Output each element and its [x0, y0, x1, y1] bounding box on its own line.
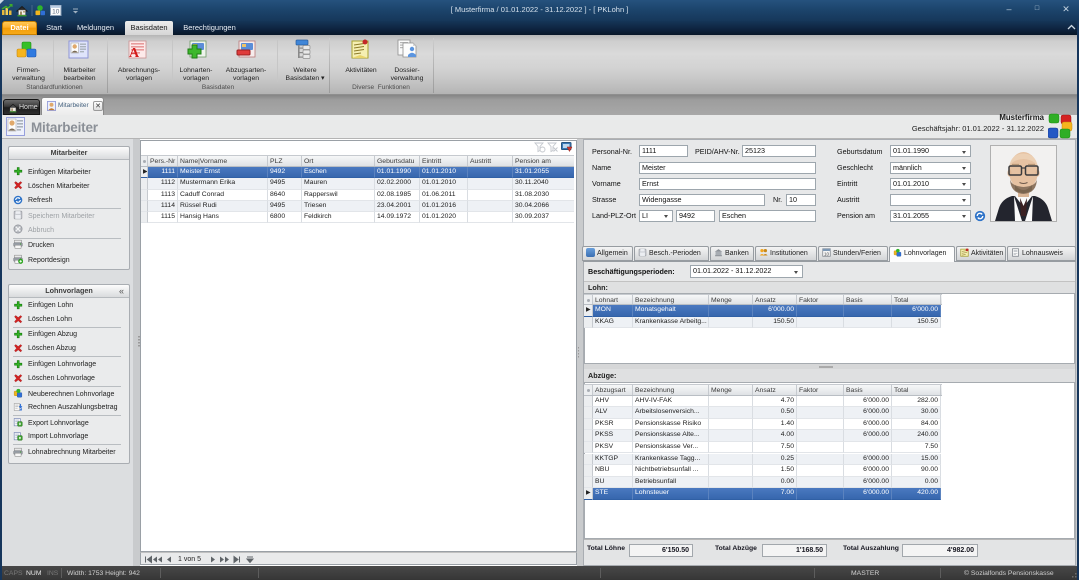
svg-text:10: 10 — [824, 252, 830, 257]
